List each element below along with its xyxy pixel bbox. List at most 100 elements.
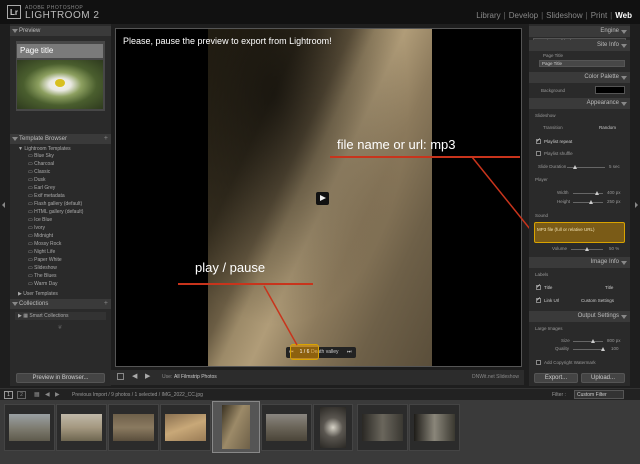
size-knob[interactable] <box>591 339 595 343</box>
forward-arrow-icon[interactable]: ▶ <box>55 391 60 398</box>
copyright-watermark-checkbox[interactable] <box>536 360 541 365</box>
sound-section-label: Sound <box>535 213 549 218</box>
size-label: Size <box>561 338 570 343</box>
background-label: Background <box>541 88 566 93</box>
template-item[interactable]: ▭ Exif metadata <box>28 193 65 199</box>
template-folder-lightroom[interactable]: ▼ Lightroom Templates <box>18 146 71 152</box>
template-item[interactable]: ▭ Blue Sky <box>28 153 54 159</box>
site-title-label: Page Title <box>543 53 564 58</box>
transition-select[interactable]: Random <box>599 125 616 130</box>
thumbnail-image <box>222 405 250 449</box>
filmstrip-thumbnail[interactable] <box>56 404 107 451</box>
template-item[interactable]: ▭ Flash gallery (default) <box>28 201 82 207</box>
color-palette-header[interactable]: Color Palette <box>529 72 630 83</box>
filmstrip-thumbnail[interactable] <box>4 404 55 451</box>
appearance-header[interactable]: Appearance <box>529 98 630 109</box>
filmstrip-thumbnail[interactable] <box>313 404 353 451</box>
template-item-label: Mossy Rock <box>34 241 62 247</box>
module-web[interactable]: Web <box>615 11 632 20</box>
filter-select[interactable]: Custom Filter <box>574 390 624 399</box>
template-item[interactable]: ▭ Midnight <box>28 233 53 239</box>
mp3-url-field[interactable]: MP3 file (full or relative URL) <box>534 222 625 243</box>
output-settings-label: Output Settings <box>577 313 619 319</box>
link-url-select[interactable]: Custom Settings <box>581 298 614 303</box>
site-info-header[interactable]: Site Info <box>529 40 630 51</box>
template-item[interactable]: ▭ Night Life <box>28 249 55 255</box>
add-collection-icon[interactable]: + <box>104 299 108 309</box>
preview-page-title: Page title <box>17 44 103 58</box>
next-icon[interactable]: ⏭ <box>347 349 352 355</box>
quality-knob[interactable] <box>601 347 605 351</box>
template-browser-header[interactable]: Template Browser + <box>10 134 111 144</box>
filmstrip-thumbnail[interactable] <box>160 404 211 451</box>
filmstrip-thumbnail-selected[interactable] <box>212 401 260 453</box>
collections-header[interactable]: Collections + <box>10 299 111 309</box>
image-info-header[interactable]: Image Info <box>529 257 630 268</box>
template-item[interactable]: ▭ Classic <box>28 169 50 175</box>
use-select[interactable]: All Filmstrip Photos <box>174 374 217 380</box>
slide-duration-knob[interactable] <box>573 165 577 169</box>
template-item[interactable]: ▭ Ice Blue <box>28 217 52 223</box>
site-title-field[interactable]: Page Title <box>539 60 625 67</box>
height-label: Height <box>557 199 571 204</box>
page-2-button[interactable]: 2 <box>17 391 26 399</box>
module-print[interactable]: Print <box>591 11 607 20</box>
export-button[interactable]: Export... <box>534 373 578 383</box>
next-photo-icon[interactable]: ▶ <box>145 372 150 380</box>
template-item[interactable]: ▭ Dusk <box>28 177 46 183</box>
filmstrip-thumbnail[interactable] <box>261 404 312 451</box>
preview-in-browser-button[interactable]: Preview in Browser... <box>16 373 105 383</box>
background-color-swatch[interactable] <box>595 86 625 94</box>
filmstrip-thumbnail[interactable] <box>108 404 159 451</box>
template-folder-user[interactable]: ▶ User Templates <box>18 291 58 297</box>
upload-button[interactable]: Upload... <box>581 373 625 383</box>
quality-slider[interactable] <box>573 349 603 350</box>
title-select[interactable]: Title <box>605 285 613 290</box>
play-pause-toggle[interactable]: 1 / 6 <box>290 344 319 360</box>
grid-view-icon[interactable]: ▦ <box>34 391 40 398</box>
smart-collections-item[interactable]: ▶ ▦ Smart Collections <box>15 312 106 320</box>
title-checkbox[interactable] <box>536 283 541 290</box>
link-url-checkbox[interactable] <box>536 296 541 303</box>
height-knob[interactable] <box>589 200 593 204</box>
playlist-repeat-checkbox[interactable] <box>536 137 541 144</box>
output-settings-header[interactable]: Output Settings <box>529 311 630 322</box>
template-item[interactable]: ▭ The Blues <box>28 273 57 279</box>
prev-photo-icon[interactable]: ◀ <box>132 372 137 380</box>
preview-panel-header[interactable]: Preview <box>10 26 111 36</box>
add-template-icon[interactable]: + <box>104 134 108 144</box>
width-knob[interactable] <box>595 191 599 195</box>
template-item[interactable]: ▭ Paper White <box>28 257 62 263</box>
filmstrip-thumbnail[interactable] <box>409 404 460 451</box>
template-item[interactable]: ▭ Earl Grey <box>28 185 55 191</box>
filmstrip-breadcrumb[interactable]: Previous Import / 9 photos / 1 selected … <box>72 392 203 398</box>
slideshow-section-label: Slideshow <box>535 113 556 118</box>
filmstrip-thumbnail[interactable] <box>357 404 408 451</box>
slide-duration-label: Slide Duration <box>538 164 567 169</box>
engine-header[interactable]: Engine <box>529 26 630 37</box>
back-arrow-icon[interactable]: ◀ <box>45 391 50 398</box>
template-item[interactable]: ▭ Slideshow <box>28 265 57 271</box>
right-panel-toggle-icon[interactable] <box>635 202 638 208</box>
template-item-label: Classic <box>34 169 51 175</box>
playlist-shuffle-checkbox[interactable] <box>536 151 541 156</box>
stop-icon[interactable] <box>117 373 124 380</box>
folder-label: User Templates <box>23 291 58 297</box>
page-1-button[interactable]: 1 <box>4 391 13 399</box>
module-library[interactable]: Library <box>476 11 500 20</box>
volume-knob[interactable] <box>585 247 589 251</box>
height-slider[interactable] <box>573 202 603 203</box>
thumbnail-image <box>165 414 206 441</box>
left-panel-toggle-icon[interactable] <box>2 202 5 208</box>
module-slideshow[interactable]: Slideshow <box>546 11 582 20</box>
template-item-label: Midnight <box>34 233 54 239</box>
template-item[interactable]: ▭ Ivory <box>28 225 45 231</box>
template-item[interactable]: ▭ HTML gallery (default) <box>28 209 83 215</box>
module-develop[interactable]: Develop <box>509 11 538 20</box>
template-item[interactable]: ▭ Mossy Rock <box>28 241 61 247</box>
template-item[interactable]: ▭ Charcoal <box>28 161 54 167</box>
play-icon[interactable] <box>316 192 329 205</box>
right-panel: Engine DNWit.net Slideshow Site Info Pag… <box>529 24 630 386</box>
size-slider[interactable] <box>573 341 603 342</box>
template-item[interactable]: ▭ Warm Day <box>28 281 58 287</box>
